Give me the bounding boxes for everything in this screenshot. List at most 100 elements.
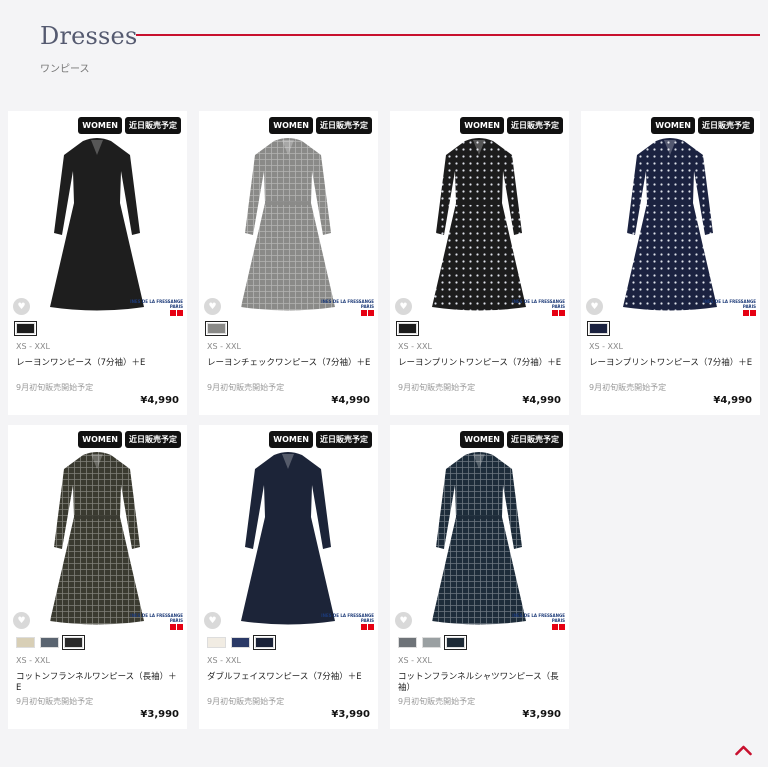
scroll-to-top-icon[interactable] — [735, 744, 752, 756]
product-name[interactable]: レーヨンチェックワンピース（7分袖）＋E — [207, 358, 372, 369]
product-card[interactable]: WOMEN 近日販売予定 ♥ INES DE LA FRESSANGE PARI… — [581, 111, 760, 415]
size-range: XS - XXL — [16, 656, 50, 665]
coming-soon-tag: 近日販売予定 — [316, 431, 372, 448]
women-tag: WOMEN — [460, 117, 504, 134]
product-card[interactable]: WOMEN 近日販売予定 ♥ INES DE LA FRESSANGE PARI… — [199, 425, 378, 729]
size-range: XS - XXL — [207, 656, 241, 665]
brand-logo: INES DE LA FRESSANGE PARIS — [321, 299, 374, 317]
women-tag: WOMEN — [78, 117, 122, 134]
coming-soon-tag: 近日販売予定 — [125, 117, 181, 134]
size-range: XS - XXL — [589, 342, 623, 351]
women-tag: WOMEN — [269, 117, 313, 134]
product-card[interactable]: WOMEN 近日販売予定 ♥ INES DE LA FRESSANGE PARI… — [199, 111, 378, 415]
favorite-heart-icon[interactable]: ♥ — [395, 612, 412, 629]
product-image[interactable]: WOMEN 近日販売予定 ♥ INES DE LA FRESSANGE PARI… — [581, 111, 760, 318]
product-info: XS - XXL レーヨンチェックワンピース（7分袖）＋E 9月初旬販売開始予定… — [199, 318, 378, 415]
brand-logo: INES DE LA FRESSANGE PARIS — [130, 299, 183, 317]
product-image[interactable]: WOMEN 近日販売予定 ♥ INES DE LA FRESSANGE PARI… — [199, 425, 378, 632]
product-info: XS - XXL レーヨンワンピース（7分袖）＋E 9月初旬販売開始予定 ¥4,… — [8, 318, 187, 415]
favorite-heart-icon[interactable]: ♥ — [13, 612, 30, 629]
size-range: XS - XXL — [207, 342, 241, 351]
color-swatch[interactable] — [62, 635, 85, 650]
color-swatches — [205, 321, 228, 336]
release-note: 9月初旬販売開始予定 — [16, 383, 94, 392]
page-header: Dresses ワンピース — [0, 0, 768, 100]
brand-logo: INES DE LA FRESSANGE PARIS — [130, 613, 183, 631]
release-note: 9月初旬販売開始予定 — [207, 383, 285, 392]
product-card[interactable]: WOMEN 近日販売予定 ♥ INES DE LA FRESSANGE PARI… — [390, 425, 569, 729]
favorite-heart-icon[interactable]: ♥ — [395, 298, 412, 315]
favorite-heart-icon[interactable]: ♥ — [204, 298, 221, 315]
women-tag: WOMEN — [78, 431, 122, 448]
product-price: ¥4,990 — [522, 395, 561, 406]
product-name[interactable]: コットンフランネルワンピース（長袖）＋E — [16, 672, 181, 694]
favorite-heart-icon[interactable]: ♥ — [586, 298, 603, 315]
page-title: Dresses — [40, 22, 138, 50]
women-tag: WOMEN — [651, 117, 695, 134]
product-info: XS - XXL ダブルフェイスワンピース（7分袖）＋E 9月初旬販売開始予定 … — [199, 632, 378, 729]
color-swatches — [396, 321, 419, 336]
product-name[interactable]: ダブルフェイスワンピース（7分袖）＋E — [207, 672, 372, 683]
favorite-heart-icon[interactable]: ♥ — [204, 612, 221, 629]
color-swatches — [16, 635, 85, 650]
size-range: XS - XXL — [16, 342, 50, 351]
product-info: XS - XXL レーヨンプリントワンピース（7分袖）＋E 9月初旬販売開始予定… — [390, 318, 569, 415]
product-card[interactable]: WOMEN 近日販売予定 ♥ INES DE LA FRESSANGE PARI… — [8, 425, 187, 729]
brand-logo: INES DE LA FRESSANGE PARIS — [703, 299, 756, 317]
page-subtitle: ワンピース — [40, 64, 90, 75]
product-info: XS - XXL コットンフランネルシャツワンピース（長袖） 9月初旬販売開始予… — [390, 632, 569, 729]
release-note: 9月初旬販売開始予定 — [398, 697, 476, 706]
release-note: 9月初旬販売開始予定 — [398, 383, 476, 392]
brand-logo: INES DE LA FRESSANGE PARIS — [512, 299, 565, 317]
color-swatch[interactable] — [396, 321, 419, 336]
coming-soon-tag: 近日販売予定 — [507, 431, 563, 448]
favorite-heart-icon[interactable]: ♥ — [13, 298, 30, 315]
product-price: ¥3,990 — [331, 709, 370, 720]
release-note: 9月初旬販売開始予定 — [589, 383, 667, 392]
coming-soon-tag: 近日販売予定 — [316, 117, 372, 134]
product-name[interactable]: レーヨンプリントワンピース（7分袖）＋E — [398, 358, 563, 369]
product-info: XS - XXL コットンフランネルワンピース（長袖）＋E 9月初旬販売開始予定… — [8, 632, 187, 729]
size-range: XS - XXL — [398, 656, 432, 665]
product-image[interactable]: WOMEN 近日販売予定 ♥ INES DE LA FRESSANGE PARI… — [390, 425, 569, 632]
product-image[interactable]: WOMEN 近日販売予定 ♥ INES DE LA FRESSANGE PARI… — [8, 111, 187, 318]
product-price: ¥4,990 — [331, 395, 370, 406]
release-note: 9月初旬販売開始予定 — [207, 697, 285, 706]
product-name[interactable]: レーヨンワンピース（7分袖）＋E — [16, 358, 181, 369]
coming-soon-tag: 近日販売予定 — [507, 117, 563, 134]
coming-soon-tag: 近日販売予定 — [125, 431, 181, 448]
color-swatch[interactable] — [231, 637, 250, 648]
product-price: ¥3,990 — [140, 709, 179, 720]
product-image[interactable]: WOMEN 近日販売予定 ♥ INES DE LA FRESSANGE PARI… — [199, 111, 378, 318]
color-swatch[interactable] — [253, 635, 276, 650]
color-swatches — [14, 321, 37, 336]
women-tag: WOMEN — [460, 431, 504, 448]
color-swatch[interactable] — [398, 637, 417, 648]
product-card[interactable]: WOMEN 近日販売予定 ♥ INES DE LA FRESSANGE PARI… — [390, 111, 569, 415]
color-swatch[interactable] — [422, 637, 441, 648]
release-note: 9月初旬販売開始予定 — [16, 697, 94, 706]
product-card[interactable]: WOMEN 近日販売予定 ♥ INES DE LA FRESSANGE PARI… — [8, 111, 187, 415]
product-price: ¥4,990 — [140, 395, 179, 406]
product-price: ¥4,990 — [713, 395, 752, 406]
women-tag: WOMEN — [269, 431, 313, 448]
color-swatch[interactable] — [205, 321, 228, 336]
title-divider — [136, 34, 760, 36]
color-swatch[interactable] — [444, 635, 467, 650]
color-swatch[interactable] — [14, 321, 37, 336]
color-swatch[interactable] — [587, 321, 610, 336]
product-image[interactable]: WOMEN 近日販売予定 ♥ INES DE LA FRESSANGE PARI… — [8, 425, 187, 632]
coming-soon-tag: 近日販売予定 — [698, 117, 754, 134]
size-range: XS - XXL — [398, 342, 432, 351]
product-price: ¥3,990 — [522, 709, 561, 720]
color-swatches — [587, 321, 610, 336]
brand-logo: INES DE LA FRESSANGE PARIS — [321, 613, 374, 631]
color-swatches — [398, 635, 467, 650]
product-image[interactable]: WOMEN 近日販売予定 ♥ INES DE LA FRESSANGE PARI… — [390, 111, 569, 318]
color-swatch[interactable] — [16, 637, 35, 648]
color-swatch[interactable] — [40, 637, 59, 648]
color-swatch[interactable] — [207, 637, 226, 648]
product-name[interactable]: コットンフランネルシャツワンピース（長袖） — [398, 672, 563, 694]
product-name[interactable]: レーヨンプリントワンピース（7分袖）＋E — [589, 358, 754, 369]
product-info: XS - XXL レーヨンプリントワンピース（7分袖）＋E 9月初旬販売開始予定… — [581, 318, 760, 415]
